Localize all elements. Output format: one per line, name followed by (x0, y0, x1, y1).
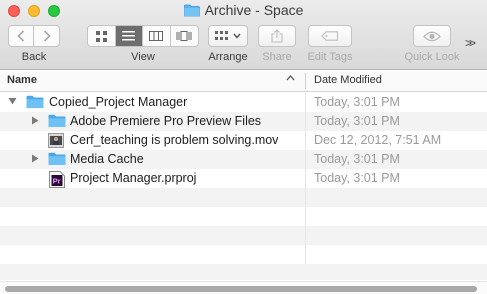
file-row[interactable]: Adobe Premiere Pro Preview Files Today, … (0, 112, 487, 131)
arrange-label: Arrange (208, 51, 248, 63)
file-name: Media Cache (70, 152, 144, 166)
view-mode-control (87, 25, 199, 47)
file-name: Project Manager.prproj (70, 171, 197, 185)
quick-look-label: Quick Look (404, 51, 460, 63)
folder-icon (26, 95, 44, 112)
movie-thumbnail-icon (48, 133, 64, 151)
row-column-divider (305, 169, 306, 188)
file-date: Today, 3:01 PM (314, 171, 400, 185)
forward-button[interactable] (34, 26, 59, 46)
share-button[interactable] (258, 25, 296, 47)
view-label: View (131, 51, 155, 63)
row-column-divider (305, 150, 306, 169)
column-view-button[interactable] (143, 26, 171, 46)
row-column-divider (305, 245, 306, 264)
column-divider[interactable] (305, 73, 306, 89)
sort-ascending-icon (286, 73, 295, 84)
edit-tags-button[interactable] (308, 25, 352, 47)
arrange-grid-icon (215, 31, 228, 40)
file-row[interactable]: Media Cache Today, 3:01 PM (0, 150, 487, 169)
list-icon (122, 31, 136, 41)
tag-icon (321, 31, 339, 41)
empty-row (0, 245, 487, 264)
window-title: Archive - Space (0, 2, 487, 20)
share-label: Share (262, 51, 292, 63)
row-column-divider (305, 131, 306, 150)
file-date: Today, 3:01 PM (314, 152, 400, 166)
file-date: Today, 3:01 PM (314, 95, 400, 109)
folder-icon (48, 152, 66, 169)
disclosure-collapsed-icon[interactable] (31, 154, 39, 165)
folder-icon (183, 4, 200, 20)
premiere-badge-text: Pr (53, 177, 61, 186)
file-row[interactable]: Cerf_teaching is problem solving.mov Dec… (0, 131, 487, 150)
file-name: Adobe Premiere Pro Preview Files (70, 114, 262, 128)
scrollbar-thumb[interactable] (5, 286, 477, 292)
empty-row (0, 264, 487, 280)
edit-tags-label: Edit Tags (307, 51, 353, 63)
toolbar-overflow-button[interactable]: >> (465, 36, 476, 50)
back-label: Back (21, 51, 47, 63)
row-column-divider (305, 93, 306, 112)
name-column-header[interactable]: Name (7, 74, 37, 86)
back-button[interactable] (9, 26, 35, 46)
icon-view-button[interactable] (88, 26, 116, 46)
list-view-button[interactable] (115, 26, 143, 46)
eye-icon (423, 31, 441, 41)
file-name: Copied_Project Manager (49, 95, 188, 109)
window-title-text: Archive - Space (204, 2, 304, 18)
empty-row (0, 188, 487, 207)
row-column-divider (305, 207, 306, 226)
cover-flow-view-button[interactable] (171, 26, 198, 46)
column-header: Name Date Modified (0, 70, 487, 92)
share-icon (271, 29, 283, 43)
disclosure-collapsed-icon[interactable] (31, 116, 39, 127)
back-forward-control (8, 25, 60, 47)
empty-row (0, 207, 487, 226)
horizontal-scrollbar[interactable] (0, 281, 487, 294)
file-date: Today, 3:01 PM (314, 114, 400, 128)
folder-icon (48, 114, 66, 131)
chevron-right-icon (43, 30, 51, 42)
arrange-button[interactable] (208, 25, 248, 47)
icon-grid-icon (95, 30, 107, 42)
file-row[interactable]: Pr Project Manager.prproj Today, 3:01 PM (0, 169, 487, 188)
file-list: Copied_Project Manager Today, 3:01 PM Ad… (0, 93, 487, 280)
date-modified-column-header[interactable]: Date Modified (314, 74, 382, 86)
row-column-divider (305, 188, 306, 207)
columns-icon (149, 31, 164, 41)
file-date: Dec 12, 2012, 7:51 AM (314, 133, 442, 147)
quick-look-button[interactable] (413, 25, 451, 47)
window-toolbar: Archive - Space Back View Arrange Share … (0, 0, 487, 70)
file-name: Cerf_teaching is problem solving.mov (70, 133, 279, 147)
row-column-divider (305, 226, 306, 245)
row-column-divider (305, 112, 306, 131)
cover-flow-icon (176, 31, 192, 41)
chevron-left-icon (17, 30, 25, 42)
empty-row (0, 226, 487, 245)
file-row[interactable]: Copied_Project Manager Today, 3:01 PM (0, 93, 487, 112)
chevron-down-icon (233, 33, 241, 39)
disclosure-expanded-icon[interactable] (8, 97, 17, 107)
